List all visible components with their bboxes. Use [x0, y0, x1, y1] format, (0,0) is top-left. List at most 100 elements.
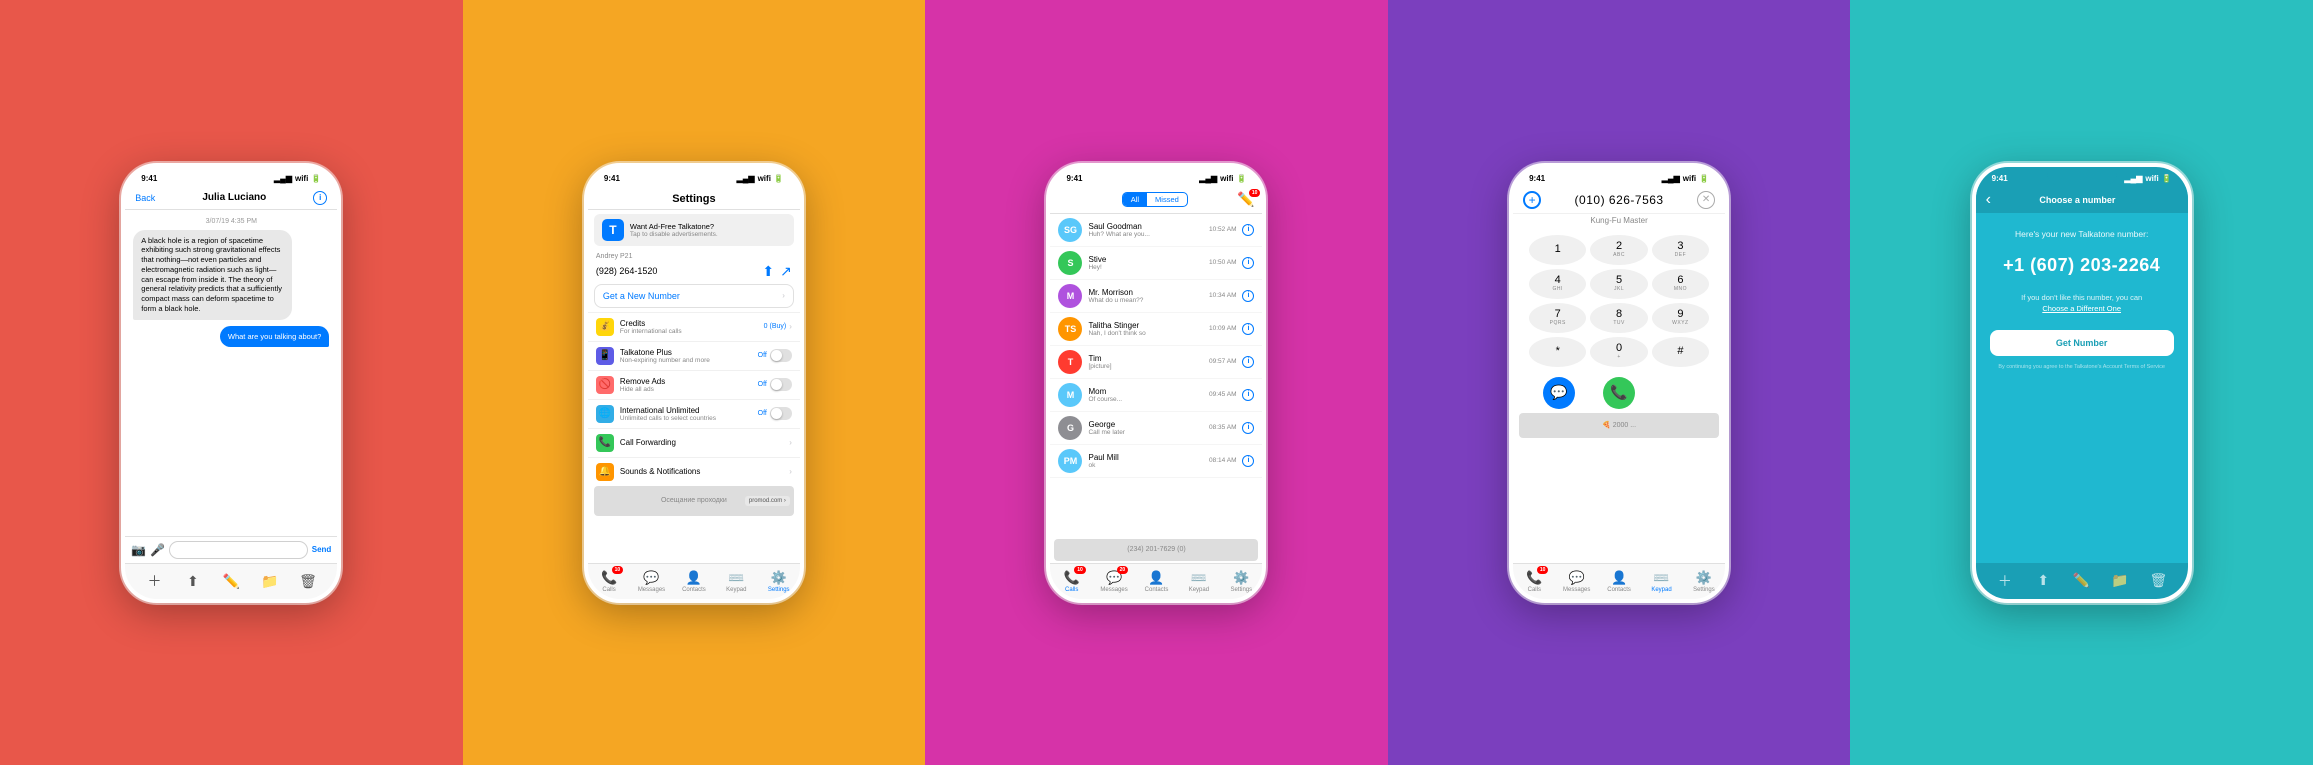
- camera-button[interactable]: 📷: [131, 543, 146, 557]
- edit-icon[interactable]: ✏️: [222, 572, 240, 590]
- dial-key-2-num: 2: [1616, 241, 1622, 252]
- intl-unlimited-toggle[interactable]: [770, 407, 792, 420]
- info-btn-stive[interactable]: i: [1242, 257, 1254, 269]
- tab-contacts[interactable]: 👤 Contacts: [673, 564, 715, 599]
- edit-icon-5[interactable]: ✏️: [2073, 572, 2091, 590]
- get-number-button[interactable]: Get Number: [1990, 330, 2174, 356]
- dialer-ad-banner[interactable]: 🍕 2000 ...: [1519, 413, 1719, 438]
- copy-icon[interactable]: ⬆: [762, 263, 774, 280]
- trash-icon-5[interactable]: 🗑: [2149, 572, 2167, 590]
- info-btn-saul[interactable]: i: [1242, 224, 1254, 236]
- info-btn-mom[interactable]: i: [1242, 389, 1254, 401]
- call-item-stive[interactable]: S Stive Hey! 10:50 AM i: [1050, 247, 1262, 280]
- call-item-tim[interactable]: T Tim [picture] 09:57 AM i: [1050, 346, 1262, 379]
- dial-key-3-letters: DEF: [1675, 252, 1687, 258]
- choose-different-link[interactable]: Choose a Different One: [2042, 304, 2121, 313]
- calls-ad-banner[interactable]: (234) 201-7629 (0): [1054, 539, 1258, 561]
- call-item-morrison[interactable]: M Mr. Morrison What do u mean?? 10:34 AM…: [1050, 280, 1262, 313]
- dialer-close-button[interactable]: ✕: [1697, 191, 1715, 209]
- call-item-george[interactable]: G George Call me later 08:35 AM i: [1050, 412, 1262, 445]
- calls-tab-messages[interactable]: 💬 20 Messages: [1093, 564, 1135, 599]
- folder-icon-5[interactable]: 📁: [2111, 572, 2129, 590]
- dial-key-2[interactable]: 2 ABC: [1590, 235, 1647, 265]
- choose-back-button[interactable]: ‹: [1986, 191, 1991, 209]
- tab-settings[interactable]: ⚙️ Settings: [758, 564, 800, 599]
- plus-icon[interactable]: ＋: [145, 572, 163, 590]
- dial-key-8[interactable]: 8 TUV: [1590, 303, 1647, 333]
- get-new-number-row[interactable]: Get a New Number ›: [594, 284, 794, 308]
- call-item-paul[interactable]: PM Paul Mill ok 08:14 AM i: [1050, 445, 1262, 478]
- dialer-screen: + (010) 626-7563 ✕ Kung-Fu Master 1 2 AB…: [1513, 187, 1725, 563]
- status-icons-5: ▂▄▆ wifi 🔋: [2124, 174, 2171, 183]
- mic-button[interactable]: 🎤: [150, 543, 165, 557]
- calls-ad-text: (234) 201-7629 (0): [1127, 546, 1185, 553]
- filter-missed-button[interactable]: Missed: [1147, 193, 1187, 206]
- dial-key-6[interactable]: 6 MNO: [1652, 269, 1709, 299]
- received-message: A black hole is a region of spacetime ex…: [133, 230, 292, 320]
- dialer-tab-settings[interactable]: ⚙️ Settings: [1683, 564, 1725, 599]
- dial-key-5[interactable]: 5 JKL: [1590, 269, 1647, 299]
- info-btn-talitha[interactable]: i: [1242, 323, 1254, 335]
- dial-key-hash[interactable]: #: [1652, 337, 1709, 367]
- call-item-saul[interactable]: SG Saul Goodman Huh? What are you... 10:…: [1050, 214, 1262, 247]
- dial-key-7[interactable]: 7 PQRS: [1529, 303, 1586, 333]
- trash-icon[interactable]: 🗑: [299, 572, 317, 590]
- dialer-tab-contacts[interactable]: 👤 Contacts: [1598, 564, 1640, 599]
- remove-ads-title: Remove Ads: [620, 377, 665, 386]
- share-icon[interactable]: ⬆: [184, 572, 202, 590]
- add-contact-button[interactable]: +: [1523, 191, 1541, 209]
- info-btn-george[interactable]: i: [1242, 422, 1254, 434]
- remove-ads-toggle[interactable]: [770, 378, 792, 391]
- tab-messages[interactable]: 💬 Messages: [630, 564, 672, 599]
- calls-tab-contacts[interactable]: 👤 Contacts: [1135, 564, 1177, 599]
- info-btn-paul[interactable]: i: [1242, 455, 1254, 467]
- dial-actions: 💬 📞: [1513, 371, 1725, 413]
- calls-tab-keypad[interactable]: ⌨️ Keypad: [1178, 564, 1220, 599]
- talkatone-plus-toggle[interactable]: [770, 349, 792, 362]
- call-item-talitha[interactable]: TS Talitha Stinger Nah, I don't think so…: [1050, 313, 1262, 346]
- panel-settings: 9:41 ▂▄▆ wifi 🔋 Settings T Want Ad-Free …: [463, 0, 926, 765]
- calls-header: All Missed ✏️ 10: [1050, 187, 1262, 214]
- filter-all-button[interactable]: All: [1123, 193, 1147, 206]
- dial-key-0[interactable]: 0 +: [1590, 337, 1647, 367]
- dialer-tab-messages[interactable]: 💬 Messages: [1555, 564, 1597, 599]
- notch-5: [2047, 167, 2117, 185]
- dialer-tab-calls[interactable]: 📞 10 Calls: [1513, 564, 1555, 599]
- dial-call-button[interactable]: 📞: [1603, 377, 1635, 409]
- call-time-saul: 10:52 AM: [1209, 226, 1236, 233]
- info-btn-morrison[interactable]: i: [1242, 290, 1254, 302]
- dial-key-9[interactable]: 9 WXYZ: [1652, 303, 1709, 333]
- info-button[interactable]: i: [313, 191, 327, 205]
- calls-tab-settings[interactable]: ⚙️ Settings: [1220, 564, 1262, 599]
- send-button[interactable]: Send: [312, 545, 332, 554]
- dialer-tab-keypad[interactable]: ⌨️ Keypad: [1640, 564, 1682, 599]
- dial-message-button[interactable]: 💬: [1543, 377, 1575, 409]
- calls-tab-settings-icon: ⚙️: [1233, 570, 1249, 586]
- dial-key-star[interactable]: *: [1529, 337, 1586, 367]
- sounds-row[interactable]: 🔔 Sounds & Notifications ›: [588, 457, 800, 486]
- call-time-talitha: 10:09 AM: [1209, 325, 1236, 332]
- share-icon-5[interactable]: ⬆: [2034, 572, 2052, 590]
- info-btn-tim[interactable]: i: [1242, 356, 1254, 368]
- folder-icon[interactable]: 📁: [261, 572, 279, 590]
- share-number-icon[interactable]: ↗: [780, 263, 792, 280]
- dial-key-4-num: 4: [1555, 275, 1561, 286]
- dial-key-4[interactable]: 4 GHI: [1529, 269, 1586, 299]
- calls-tab-calls[interactable]: 📞 10 Calls: [1050, 564, 1092, 599]
- ad-banner[interactable]: T Want Ad-Free Talkatone? Tap to disable…: [594, 214, 794, 246]
- intl-unlimited-row[interactable]: 🌐 International Unlimited Unlimited call…: [588, 399, 800, 428]
- talkatone-plus-row[interactable]: 📱 Talkatone Plus Non-expiring number and…: [588, 341, 800, 370]
- call-item-mom[interactable]: M Mom Of course... 09:45 AM i: [1050, 379, 1262, 412]
- dial-key-3[interactable]: 3 DEF: [1652, 235, 1709, 265]
- back-button[interactable]: Back: [135, 193, 155, 203]
- tab-keypad[interactable]: ⌨️ Keypad: [715, 564, 757, 599]
- plus-icon-5[interactable]: ＋: [1996, 572, 2014, 590]
- remove-ads-row[interactable]: 🚫 Remove Ads Hide all ads Off: [588, 370, 800, 399]
- message-input[interactable]: [169, 541, 308, 559]
- ad-image-banner[interactable]: Осещание проходки promod.com ›: [594, 486, 794, 516]
- dial-key-1[interactable]: 1: [1529, 235, 1586, 265]
- tab-calls[interactable]: 📞 10 Calls: [588, 564, 630, 599]
- call-name-tim: Tim: [1088, 354, 1203, 363]
- credits-row[interactable]: 💰 Credits For international calls 0 (Buy…: [588, 312, 800, 341]
- call-forwarding-row[interactable]: 📞 Call Forwarding ›: [588, 428, 800, 457]
